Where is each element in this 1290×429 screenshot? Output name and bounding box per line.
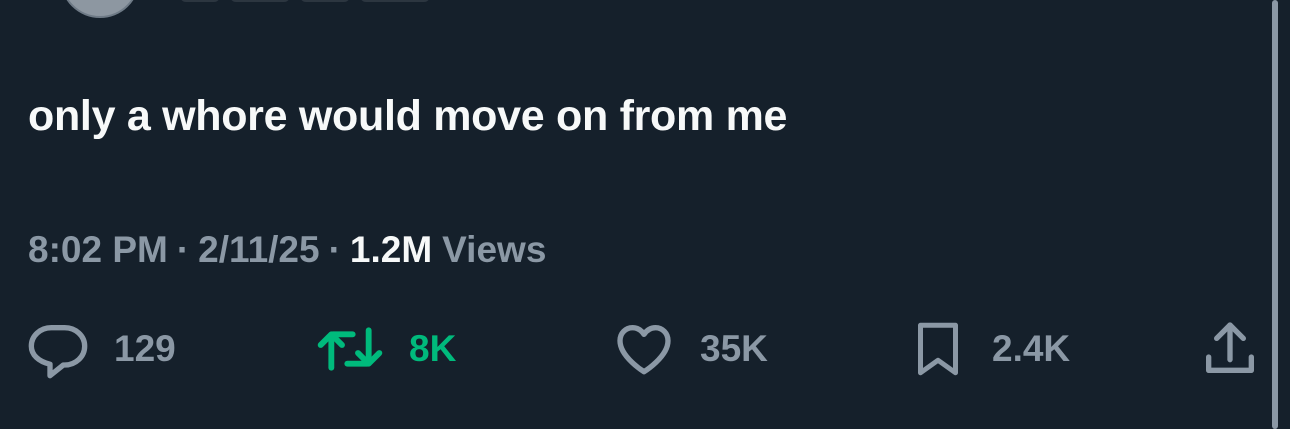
views-label[interactable]: Views — [442, 229, 546, 271]
author-name-line — [180, 0, 480, 4]
tweet-time[interactable]: 8:02 PM — [28, 229, 168, 271]
retweet-count: 8K — [409, 328, 457, 369]
like-button[interactable]: 35K — [612, 314, 768, 384]
views-count: 1.2M — [349, 229, 433, 270]
tweet-meta: 8:02 PM · 2/11/25 · 1.2M Views — [28, 229, 546, 271]
share-button[interactable] — [1198, 314, 1262, 384]
meta-separator: · — [176, 229, 190, 270]
reply-count: 129 — [114, 328, 176, 369]
bookmark-icon — [918, 322, 958, 376]
reply-button[interactable]: 129 — [26, 314, 176, 384]
share-icon — [1206, 322, 1254, 373]
tweet-date[interactable]: 2/11/25 — [198, 229, 319, 271]
bookmark-button[interactable]: 2.4K — [908, 314, 1070, 384]
like-icon — [617, 325, 671, 375]
scrollbar[interactable] — [1272, 0, 1278, 429]
retweet-icon — [317, 327, 383, 371]
avatar[interactable] — [60, 0, 140, 18]
like-count: 35K — [700, 328, 768, 369]
reply-icon — [28, 325, 88, 379]
bookmark-count: 2.4K — [992, 328, 1071, 369]
tweet-text: only a whore would move on from me — [28, 92, 788, 140]
tweet-actions: 129 8K 35K 2.4K — [0, 314, 1290, 384]
retweet-button[interactable]: 8K — [315, 314, 456, 384]
meta-separator: · — [328, 229, 341, 270]
